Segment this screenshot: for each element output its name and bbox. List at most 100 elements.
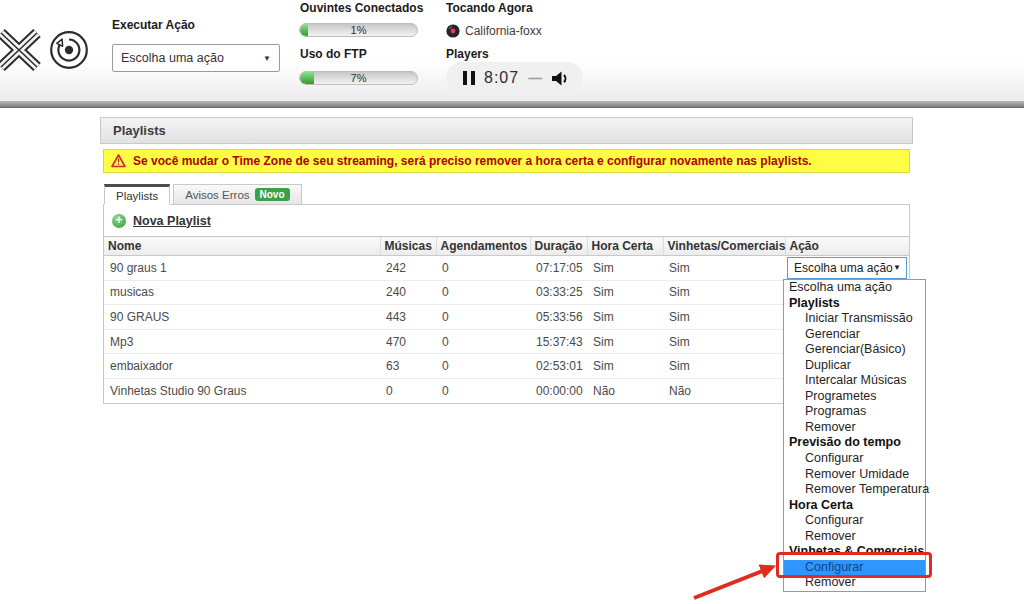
menu-option[interactable]: Remover: [784, 529, 925, 545]
table-cell: Não: [587, 378, 663, 403]
menu-option[interactable]: Remover Temperatura: [784, 482, 925, 498]
table-header-row: NomeMúsicasAgendamentosDuraçãoHora Certa…: [104, 237, 909, 256]
table-cell: Sim: [587, 280, 663, 305]
column-header: Hora Certa: [587, 237, 663, 256]
menu-option[interactable]: Remover: [784, 420, 925, 436]
listeners-label: Ouvintes Conectados: [300, 1, 423, 15]
now-playing: California-foxx: [446, 24, 542, 38]
caret-down-icon: ▼: [893, 263, 901, 272]
table-cell: embaixador: [104, 354, 380, 379]
menu-option[interactable]: Gerenciar(Básico): [784, 342, 925, 358]
exec-action-select[interactable]: Escolha uma ação ▼: [112, 44, 280, 72]
table-cell: 05:33:56: [530, 305, 587, 330]
caret-down-icon: ▼: [263, 54, 271, 63]
menu-option[interactable]: Gerenciar: [784, 327, 925, 343]
ftp-progressbar: 7%: [299, 71, 418, 85]
menu-group-header: Playlists: [784, 296, 925, 312]
table-cell: 0: [436, 329, 530, 354]
table-cell: 470: [380, 329, 436, 354]
menu-option[interactable]: Intercalar Músicas: [784, 373, 925, 389]
column-header: Vinhetas/Comerciais: [663, 237, 785, 256]
annotation-arrow: [665, 550, 790, 604]
header-divider-bar: [0, 101, 1024, 108]
ftp-label: Uso do FTP: [300, 47, 367, 61]
table-cell: 0: [436, 378, 530, 403]
warning-banner: Se você mudar o Time Zone de seu streami…: [103, 149, 910, 173]
row-action-select-value: Escolha uma ação: [794, 261, 893, 275]
column-header: Duração: [530, 237, 587, 256]
menu-group-header: Previsão do tempo: [784, 435, 925, 451]
top-header: Executar Ação Escolha uma ação ▼ Ouvinte…: [0, 0, 1024, 101]
table-cell: Sim: [663, 305, 785, 330]
listeners-progressbar: 1%: [299, 23, 418, 37]
table-cell: 90 GRAUS: [104, 305, 380, 330]
table-cell: Sim: [663, 354, 785, 379]
table-cell: musicas: [104, 280, 380, 305]
table-cell: 63: [380, 354, 436, 379]
menu-option[interactable]: Programetes: [784, 389, 925, 405]
table-cell: Sim: [663, 329, 785, 354]
annotation-box: [776, 552, 932, 578]
table-cell: 0: [436, 354, 530, 379]
table-header: NomeMúsicasAgendamentosDuraçãoHora Certa…: [104, 237, 909, 256]
menu-group-header: Hora Certa: [784, 498, 925, 514]
table-cell: 240: [380, 280, 436, 305]
novo-badge: Novo: [255, 188, 290, 201]
new-playlist-link[interactable]: Nova Playlist: [133, 214, 211, 228]
exec-action-select-value: Escolha uma ação: [121, 51, 224, 65]
panel-title: Playlists: [100, 117, 913, 144]
menu-option[interactable]: Duplicar: [784, 358, 925, 374]
table-cell: 15:37:43: [530, 329, 587, 354]
table-cell: Vinhetas Studio 90 Graus: [104, 378, 380, 403]
table-cell: Não: [663, 378, 785, 403]
speaker-icon[interactable]: [551, 70, 570, 87]
menu-option[interactable]: Remover Umidade: [784, 467, 925, 483]
table-cell: Sim: [587, 256, 663, 281]
exec-action-label: Executar Ação: [112, 18, 195, 32]
menu-option[interactable]: Programas: [784, 404, 925, 420]
player-bar: 8:07 —: [446, 62, 583, 94]
table-cell: Sim: [587, 329, 663, 354]
table-cell: 0: [436, 256, 530, 281]
column-header: Ação: [785, 237, 909, 256]
table-cell: 0: [436, 280, 530, 305]
column-header: Músicas: [380, 237, 436, 256]
table-cell: 242: [380, 256, 436, 281]
table-cell: 0: [380, 378, 436, 403]
player-time: 8:07: [484, 69, 519, 87]
table-cell: 07:17:05: [530, 256, 587, 281]
warning-text: Se você mudar o Time Zone de seu streami…: [133, 154, 812, 168]
pause-button[interactable]: [463, 71, 475, 85]
new-playlist-row: + Nova Playlist: [104, 205, 909, 236]
table-row: 90 graus 1242007:17:05SimSimEscolha uma …: [104, 256, 909, 281]
row-action-select[interactable]: Escolha uma ação▼: [787, 257, 907, 279]
menu-option[interactable]: Escolha uma ação: [784, 280, 925, 296]
tab-avisos-erros[interactable]: Avisos Erros Novo: [173, 184, 301, 205]
ftp-progress-value: 7%: [300, 72, 417, 84]
menu-option[interactable]: Configurar: [784, 513, 925, 529]
menu-option[interactable]: Iniciar Transmissão: [784, 311, 925, 327]
add-icon: +: [112, 214, 126, 228]
disc-icon: [47, 28, 91, 72]
table-cell: Sim: [587, 305, 663, 330]
table-cell: 90 graus 1: [104, 256, 380, 281]
now-playing-value: California-foxx: [465, 24, 542, 38]
table-cell: 02:53:01: [530, 354, 587, 379]
table-cell: 03:33:25: [530, 280, 587, 305]
table-cell: 00:00:00: [530, 378, 587, 403]
table-cell: 443: [380, 305, 436, 330]
action-cell: Escolha uma ação▼: [785, 256, 909, 281]
warning-icon: [111, 154, 126, 168]
tab-playlists-label: Playlists: [116, 190, 158, 202]
x-logo-icon: [0, 26, 41, 74]
menu-option[interactable]: Configurar: [784, 451, 925, 467]
tab-playlists[interactable]: Playlists: [104, 184, 170, 205]
record-icon: [446, 24, 460, 38]
tab-avisos-label: Avisos Erros: [185, 189, 249, 201]
table-cell: Sim: [587, 354, 663, 379]
tab-bar: Playlists Avisos Erros Novo: [104, 184, 302, 205]
table-cell: Sim: [663, 280, 785, 305]
listeners-progress-value: 1%: [300, 24, 417, 36]
players-label: Players: [446, 47, 489, 61]
column-header: Agendamentos: [436, 237, 530, 256]
